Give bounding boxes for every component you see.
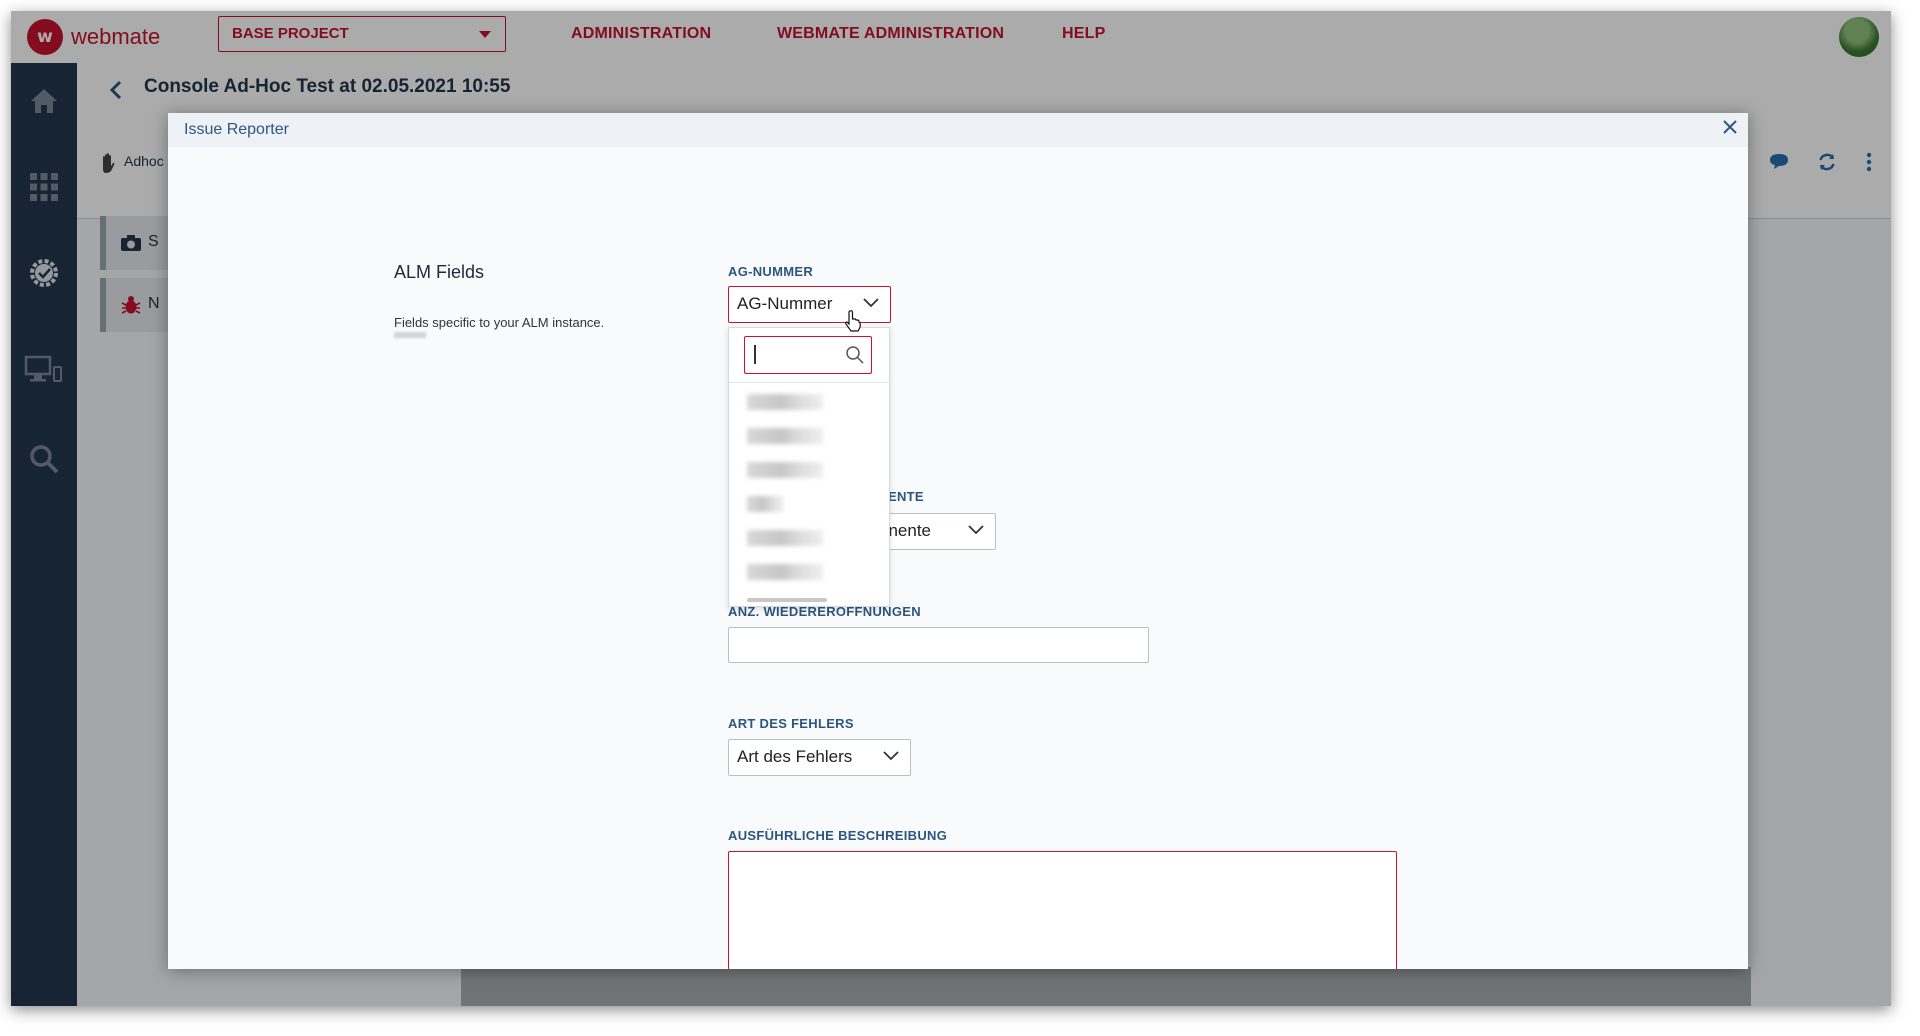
- dropdown-option[interactable]: [747, 496, 783, 512]
- hand-cursor-icon: [845, 310, 861, 332]
- text-caret: [754, 345, 756, 364]
- dropdown-scroll-indicator[interactable]: [747, 598, 827, 602]
- wiedereroeffnungen-input[interactable]: [728, 627, 1149, 663]
- dropdown-divider: [729, 382, 889, 383]
- modal-header: Issue Reporter: [168, 113, 1748, 147]
- art-des-fehlers-label: ART DES FEHLERS: [728, 716, 854, 731]
- komponente-label: ENTE: [888, 489, 924, 504]
- dropdown-option[interactable]: [747, 428, 823, 444]
- close-icon[interactable]: [1721, 118, 1739, 136]
- dropdown-option[interactable]: [747, 530, 823, 546]
- beschreibung-textarea[interactable]: [728, 851, 1397, 969]
- chevron-down-icon: [863, 298, 879, 308]
- section-description: Fields specific to your ALM instance.: [394, 315, 605, 330]
- ag-nummer-select[interactable]: AG-Nummer: [728, 286, 891, 323]
- ag-nummer-dropdown: [728, 327, 890, 607]
- app-window: w webmate BASE PROJECT ADMINISTRATION WE…: [11, 11, 1891, 1006]
- beschreibung-label: AUSFÜHRLICHE BESCHREIBUNG: [728, 828, 948, 843]
- redacted-text: [394, 332, 426, 338]
- art-des-fehlers-select[interactable]: Art des Fehlers: [728, 739, 911, 776]
- ag-nummer-label: AG-NUMMER: [728, 264, 814, 279]
- art-des-fehlers-value: Art des Fehlers: [737, 747, 853, 766]
- modal-title: Issue Reporter: [184, 121, 289, 138]
- chevron-down-icon: [968, 525, 984, 535]
- dropdown-option[interactable]: [747, 462, 823, 478]
- section-title: ALM Fields: [394, 262, 485, 282]
- chevron-down-icon: [883, 751, 899, 761]
- issue-reporter-modal: Issue Reporter ALM Fields Fields specifi…: [168, 113, 1748, 969]
- dropdown-option[interactable]: [747, 564, 823, 580]
- ag-nummer-value: AG-Nummer: [737, 294, 833, 313]
- search-icon: [846, 346, 864, 364]
- dropdown-option[interactable]: [747, 394, 823, 410]
- dropdown-search-input[interactable]: [744, 336, 872, 374]
